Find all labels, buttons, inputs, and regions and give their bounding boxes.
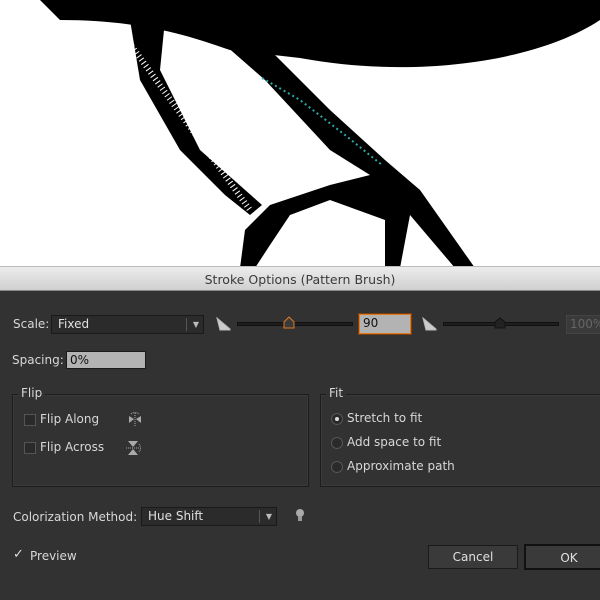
preview-checkbox[interactable]: ✓ [13,547,24,562]
ok-button[interactable]: OK [524,544,600,570]
flip-across-icon [126,441,141,455]
flip-across-label: Flip Across [40,440,105,454]
approximate-path-radio[interactable] [331,461,343,473]
max-scale-slider-thumb[interactable] [494,317,506,329]
colorization-value: Hue Shift [148,509,204,523]
add-space-to-fit-radio[interactable] [331,437,343,449]
dialog-title: Stroke Options (Pattern Brush) [204,272,396,287]
minimum-scale-icon [216,317,231,331]
scale-label: Scale: [13,317,50,331]
min-scale-slider-thumb[interactable] [283,316,295,329]
spacing-input[interactable]: 0% [66,351,146,369]
colorization-dropdown[interactable]: Hue Shift ▼ [141,507,277,526]
preview-label: Preview [30,549,77,563]
flip-along-icon [129,412,141,426]
approximate-path-label: Approximate path [347,459,455,473]
flip-across-checkbox[interactable] [24,442,36,454]
bird-body [40,0,600,68]
scale-value: Fixed [58,317,90,331]
min-scale-input[interactable]: 90 [359,314,411,334]
flip-along-label: Flip Along [40,412,100,426]
flip-along-checkbox[interactable] [24,414,36,426]
spacing-label: Spacing: [12,353,64,367]
artwork-canvas [40,0,600,268]
stretch-to-fit-radio[interactable] [331,413,343,425]
stretch-to-fit-label: Stretch to fit [347,411,423,425]
cancel-button[interactable]: Cancel [428,545,518,569]
colorization-label: Colorization Method: [13,510,138,524]
min-scale-slider[interactable] [237,322,353,326]
fit-group-title: Fit [326,386,347,400]
add-space-to-fit-label: Add space to fit [347,435,442,449]
max-scale-input[interactable]: 100% [566,315,600,334]
tips-lightbulb-icon[interactable] [295,508,305,524]
dialog-title-bar[interactable]: Stroke Options (Pattern Brush) [0,266,600,291]
maximum-scale-icon [422,317,437,331]
scale-dropdown[interactable]: Fixed ▼ [51,315,204,334]
flip-group-title: Flip [18,386,46,400]
chevron-down-icon: ▼ [265,512,272,521]
chevron-down-icon: ▼ [192,320,199,329]
